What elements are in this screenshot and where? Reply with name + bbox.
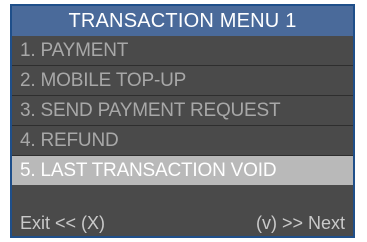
menu-item-last-transaction-void[interactable]: 5. LAST TRANSACTION VOID bbox=[12, 156, 353, 185]
menu-title: TRANSACTION MENU 1 bbox=[12, 6, 353, 36]
menu-item-mobile-top-up[interactable]: 2. MOBILE TOP-UP bbox=[12, 66, 353, 95]
terminal-screen: TRANSACTION MENU 1 1. PAYMENT 2. MOBILE … bbox=[10, 4, 355, 238]
footer-bar: Exit << (X) (v) >> Next bbox=[12, 211, 353, 236]
menu-item-refund[interactable]: 4. REFUND bbox=[12, 126, 353, 155]
exit-button[interactable]: Exit << (X) bbox=[20, 211, 105, 236]
menu-item-send-payment-request[interactable]: 3. SEND PAYMENT REQUEST bbox=[12, 96, 353, 125]
menu-item-payment[interactable]: 1. PAYMENT bbox=[12, 36, 353, 65]
next-button[interactable]: (v) >> Next bbox=[256, 211, 345, 236]
